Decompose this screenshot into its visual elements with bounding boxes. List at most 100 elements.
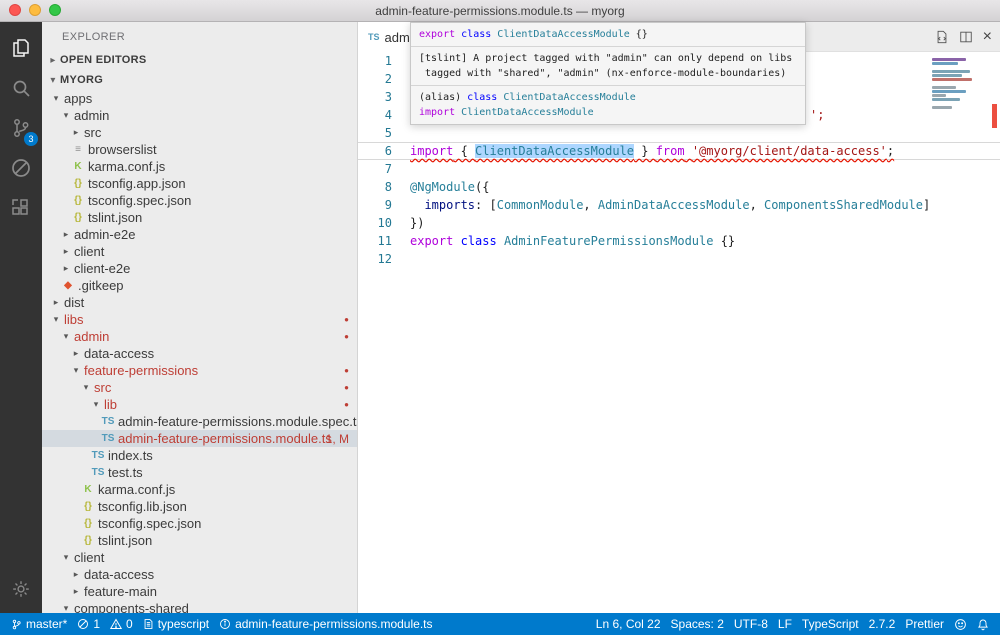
tree-item-label: client [74, 244, 104, 259]
tree-item-label: client [74, 550, 104, 565]
minimap-line [932, 94, 946, 97]
explorer-icon[interactable] [0, 28, 42, 68]
line-number: 8 [358, 178, 392, 196]
close-window-button[interactable] [9, 4, 21, 16]
extensions-icon[interactable] [0, 188, 42, 228]
tree-item[interactable]: ◆.gitkeep [42, 277, 357, 294]
minimize-window-button[interactable] [29, 4, 41, 16]
typescript-file-icon: TS [100, 416, 116, 427]
tree-item[interactable]: TSadmin-feature-permissions.module.ts1, … [42, 430, 357, 447]
status-language-mode[interactable]: TypeScript [797, 613, 864, 635]
split-editor-icon[interactable] [959, 30, 973, 44]
tree-item[interactable]: ▸admin-e2e [42, 226, 357, 243]
minimap[interactable] [932, 58, 978, 110]
code-line[interactable]: 9 imports: [CommonModule, AdminDataAcces… [358, 196, 1000, 214]
status-label: UTF-8 [734, 617, 768, 631]
status-label: admin-feature-permissions.module.ts [235, 617, 432, 631]
notifications-bell-icon[interactable] [972, 613, 994, 635]
code-line[interactable]: 10}) [358, 214, 1000, 232]
status-left: master* 10typescript admin-feature-permiss… [6, 613, 438, 635]
project-section[interactable]: ▾ MYORG [42, 70, 357, 90]
tree-item[interactable]: ▾src● [42, 379, 357, 396]
status-indentation[interactable]: Spaces: 2 [666, 613, 729, 635]
tree-item[interactable]: Kkarma.conf.js [42, 481, 357, 498]
tree-item[interactable]: ▾admin● [42, 328, 357, 345]
status-active-file-info[interactable]: admin-feature-permissions.module.ts [214, 613, 437, 635]
status-errors[interactable]: 1 [72, 613, 105, 635]
tree-item[interactable]: ▾client [42, 549, 357, 566]
tree-item[interactable]: ▸data-access [42, 566, 357, 583]
status-warnings[interactable]: 0 [105, 613, 138, 635]
tree-item[interactable]: ▾libs● [42, 311, 357, 328]
search-icon[interactable] [0, 68, 42, 108]
tree-item[interactable]: {}tslint.json [42, 532, 357, 549]
settings-gear-icon[interactable] [0, 569, 42, 609]
debug-icon[interactable] [0, 148, 42, 188]
modified-dot: ● [344, 383, 349, 392]
tree-item[interactable]: TStest.ts [42, 464, 357, 481]
status-cursor-position[interactable]: Ln 6, Col 22 [591, 613, 666, 635]
feedback-smiley-icon[interactable] [949, 613, 972, 635]
tree-item[interactable]: ▾apps [42, 90, 357, 107]
tree-item[interactable]: ▸data-access [42, 345, 357, 362]
status-git-branch[interactable]: master* [6, 613, 72, 635]
tree-item[interactable]: ▾admin [42, 107, 357, 124]
status-typescript-status[interactable]: typescript [138, 613, 214, 635]
code-line[interactable]: 12 [358, 250, 1000, 268]
json-file-icon: {} [70, 178, 86, 189]
chevron-down-icon: ▾ [70, 365, 82, 376]
tree-item[interactable]: {}tsconfig.app.json [42, 175, 357, 192]
code-line[interactable]: 11export class AdminFeaturePermissionsMo… [358, 232, 1000, 250]
minimap-line [932, 74, 962, 77]
line-number: 1 [358, 52, 392, 70]
zoom-window-button[interactable] [49, 4, 61, 16]
tree-item-label: karma.conf.js [98, 482, 175, 497]
tree-item[interactable]: ▾components-shared [42, 600, 357, 613]
chevron-right-icon: ▸ [60, 229, 72, 240]
minimap-line [932, 78, 972, 81]
tree-item[interactable]: TSindex.ts [42, 447, 357, 464]
chevron-down-icon: ▾ [60, 552, 72, 563]
tree-item[interactable]: ▾feature-permissions● [42, 362, 357, 379]
status-prettier[interactable]: Prettier [900, 613, 949, 635]
code-line[interactable]: 8@NgModule({ [358, 178, 1000, 196]
karma-file-icon: K [80, 484, 96, 495]
tree-item[interactable]: ≡browserslist [42, 141, 357, 158]
titlebar[interactable]: admin-feature-permissions.module.ts — my… [0, 0, 1000, 22]
status-ts-version[interactable]: 2.7.2 [864, 613, 901, 635]
status-label: LF [778, 617, 792, 631]
tree-item[interactable]: ▸src [42, 124, 357, 141]
open-changes-icon[interactable] [935, 30, 949, 44]
status-encoding[interactable]: UTF-8 [729, 613, 773, 635]
chevron-right-icon: ▸ [60, 263, 72, 274]
tree-item[interactable]: ▸dist [42, 294, 357, 311]
status-label: 1 [93, 617, 100, 631]
status-label: 2.7.2 [869, 617, 896, 631]
code-line[interactable]: 5 [358, 124, 1000, 142]
status-eol[interactable]: LF [773, 613, 797, 635]
code-editor[interactable]: 123456import { ClientDataAccessModule } … [358, 52, 1000, 613]
tree-item[interactable]: {}tslint.json [42, 209, 357, 226]
window-controls [9, 4, 61, 16]
tree-item[interactable]: ▾lib● [42, 396, 357, 413]
tree-item-label: data-access [84, 346, 154, 361]
minimap-line [932, 62, 958, 65]
tree-item[interactable]: Kkarma.conf.js [42, 158, 357, 175]
code-line[interactable]: 7 [358, 160, 1000, 178]
tree-item[interactable]: TSadmin-feature-permissions.module.spec.… [42, 413, 357, 430]
typescript-file-icon: TS [90, 450, 106, 461]
chevron-down-icon: ▾ [50, 314, 62, 325]
source-control-icon[interactable]: 3 [0, 108, 42, 148]
close-editor-icon[interactable]: × [983, 29, 992, 45]
error-squiggle: import { ClientDataAccessModule } from '… [410, 144, 894, 158]
tree-item[interactable]: ▸feature-main [42, 583, 357, 600]
tree-item[interactable]: {}tsconfig.spec.json [42, 515, 357, 532]
tree-item[interactable]: {}tsconfig.lib.json [42, 498, 357, 515]
browserslist-file-icon: ≡ [70, 144, 86, 155]
open-editors-section[interactable]: ▸ OPEN EDITORS [42, 50, 357, 70]
chevron-right-icon: ▸ [70, 348, 82, 359]
tree-item[interactable]: ▸client-e2e [42, 260, 357, 277]
code-line[interactable]: 6import { ClientDataAccessModule } from … [358, 142, 1000, 160]
tree-item[interactable]: ▸client [42, 243, 357, 260]
tree-item[interactable]: {}tsconfig.spec.json [42, 192, 357, 209]
